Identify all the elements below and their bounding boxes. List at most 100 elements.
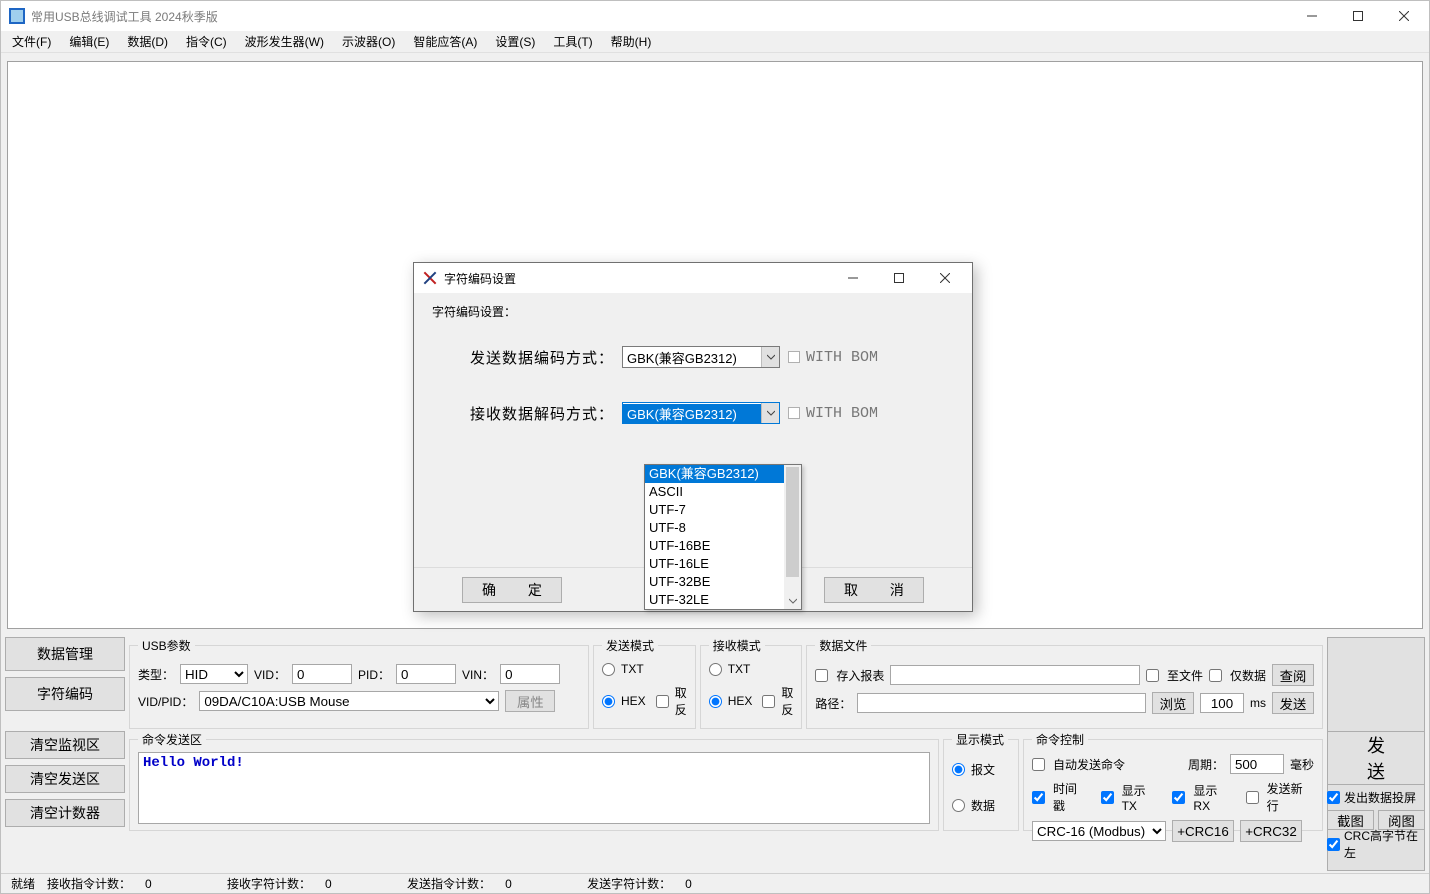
menu-waveform[interactable]: 波形发生器(W) [236, 31, 333, 52]
send-newline-check[interactable] [1246, 791, 1259, 804]
close-button[interactable] [1381, 1, 1427, 31]
dropdown-option[interactable]: UTF-16LE [645, 555, 784, 573]
cast-screen-check[interactable] [1327, 791, 1340, 804]
pid-label: PID： [358, 666, 390, 683]
path-label: 路径： [815, 695, 851, 712]
minimize-button[interactable] [1289, 1, 1335, 31]
auto-send-check[interactable] [1032, 758, 1045, 771]
menu-settings[interactable]: 设置(S) [486, 31, 544, 52]
interval-unit: ms [1250, 696, 1266, 710]
recv-hex-radio[interactable] [709, 695, 722, 708]
vid-input[interactable] [292, 664, 352, 684]
scrollbar-thumb[interactable] [786, 467, 799, 577]
ok-button[interactable]: 确 定 [462, 577, 562, 603]
dropdown-option[interactable]: UTF-16BE [645, 537, 784, 555]
interval-input[interactable] [1200, 693, 1244, 713]
encoding-dialog: 字符编码设置 字符编码设置： 发送数据编码方式： GBK(兼容GB2312) W… [413, 262, 973, 612]
tx-cmd-value: 0 [499, 877, 559, 891]
menu-command[interactable]: 指令(C) [177, 31, 236, 52]
attr-button[interactable]: 属性 [505, 690, 555, 712]
clear-counter-button[interactable]: 清空计数器 [5, 799, 125, 827]
send-encoding-combo[interactable]: GBK(兼容GB2312) [622, 346, 780, 368]
menu-help[interactable]: 帮助(H) [602, 31, 661, 52]
recv-invert-check[interactable] [762, 695, 775, 708]
vidpid-select[interactable]: 09DA/C10A:USB Mouse [199, 691, 499, 711]
clear-monitor-button[interactable]: 清空监视区 [5, 731, 125, 759]
dialog-minimize-button[interactable] [830, 263, 876, 293]
dropdown-option[interactable]: UTF-7 [645, 501, 784, 519]
data-manage-button[interactable]: 数据管理 [5, 637, 125, 671]
send-button[interactable]: 发 送 [1327, 731, 1425, 785]
chevron-down-icon [761, 403, 779, 423]
dialog-heading: 字符编码设置： [432, 303, 956, 320]
send-with-bom-label: WITH BOM [806, 349, 878, 366]
char-encode-button[interactable]: 字符编码 [5, 677, 125, 711]
recv-invert-label: 取反 [781, 684, 793, 718]
save-report-check[interactable] [815, 669, 828, 682]
period-input[interactable] [1230, 754, 1284, 774]
dropdown-option[interactable]: UTF-32LE [645, 591, 784, 609]
vidpid-label: VID/PID： [138, 693, 193, 710]
recv-mode-group: 接收模式 TXT HEX 取反 [700, 637, 803, 729]
disp-packet-label: 报文 [971, 761, 995, 778]
send-hex-radio[interactable] [602, 695, 615, 708]
only-data-check[interactable] [1209, 669, 1222, 682]
query-button[interactable]: 查阅 [1272, 664, 1314, 686]
dropdown-option[interactable]: ASCII [645, 483, 784, 501]
show-rx-check[interactable] [1172, 791, 1185, 804]
vin-input[interactable] [500, 664, 560, 684]
path-input[interactable] [857, 693, 1146, 713]
crc-select[interactable]: CRC-16 (Modbus) [1032, 821, 1166, 841]
crc-hi-left-check[interactable] [1327, 838, 1340, 851]
display-mode-group: 显示模式 报文 数据 [943, 731, 1019, 831]
browse-button[interactable]: 浏览 [1152, 692, 1194, 714]
dialog-close-button[interactable] [922, 263, 968, 293]
recv-encoding-dropdown[interactable]: GBK(兼容GB2312) ASCII UTF-7 UTF-8 UTF-16BE… [644, 464, 802, 610]
send-textarea[interactable] [138, 752, 930, 824]
tx-cmd-label: 发送指令计数： [403, 875, 495, 892]
send-with-bom[interactable]: WITH BOM [788, 349, 878, 366]
usb-params-legend: USB参数 [138, 637, 195, 654]
recv-txt-label: TXT [728, 662, 751, 676]
send-invert-check[interactable] [656, 695, 669, 708]
maximize-button[interactable] [1335, 1, 1381, 31]
send-mode-group: 发送模式 TXT HEX 取反 [593, 637, 696, 729]
cancel-button[interactable]: 取 消 [824, 577, 924, 603]
dropdown-option[interactable]: UTF-8 [645, 519, 784, 537]
recv-encoding-combo[interactable]: GBK(兼容GB2312) [622, 402, 780, 424]
dialog-maximize-button[interactable] [876, 263, 922, 293]
send-txt-radio[interactable] [602, 663, 615, 676]
menu-scope[interactable]: 示波器(O) [333, 31, 404, 52]
chevron-down-icon[interactable] [784, 592, 801, 609]
to-file-check[interactable] [1146, 669, 1159, 682]
menu-tools[interactable]: 工具(T) [544, 31, 601, 52]
dropdown-option[interactable]: UTF-32BE [645, 573, 784, 591]
dropdown-option[interactable]: GBK(兼容GB2312) [645, 465, 784, 483]
send-hex-label: HEX [621, 694, 646, 708]
checkbox-icon [788, 407, 800, 419]
type-select[interactable]: HID [180, 664, 248, 684]
disp-packet-radio[interactable] [952, 763, 965, 776]
disp-data-radio[interactable] [952, 799, 965, 812]
clear-send-button[interactable]: 清空发送区 [5, 765, 125, 793]
menu-edit[interactable]: 编辑(E) [60, 31, 118, 52]
report-path-input[interactable] [890, 665, 1140, 685]
menu-ai[interactable]: 智能应答(A) [404, 31, 486, 52]
file-send-button[interactable]: 发送 [1272, 692, 1314, 714]
pid-input[interactable] [396, 664, 456, 684]
crc32-button[interactable]: +CRC32 [1240, 820, 1302, 842]
timestamp-check[interactable] [1032, 791, 1045, 804]
recv-with-bom[interactable]: WITH BOM [788, 405, 878, 422]
send-txt-label: TXT [621, 662, 644, 676]
menu-file[interactable]: 文件(F) [3, 31, 60, 52]
dialog-titlebar: 字符编码设置 [414, 263, 972, 293]
menu-data[interactable]: 数据(D) [118, 31, 177, 52]
recv-mode-legend: 接收模式 [709, 637, 765, 654]
crc16-button[interactable]: +CRC16 [1172, 820, 1234, 842]
recv-txt-radio[interactable] [709, 663, 722, 676]
send-mode-legend: 发送模式 [602, 637, 658, 654]
dropdown-scrollbar[interactable] [784, 465, 801, 609]
cast-screen-label: 发出数据投屏 [1344, 789, 1416, 806]
only-data-label: 仅数据 [1230, 667, 1266, 684]
show-tx-check[interactable] [1101, 791, 1114, 804]
